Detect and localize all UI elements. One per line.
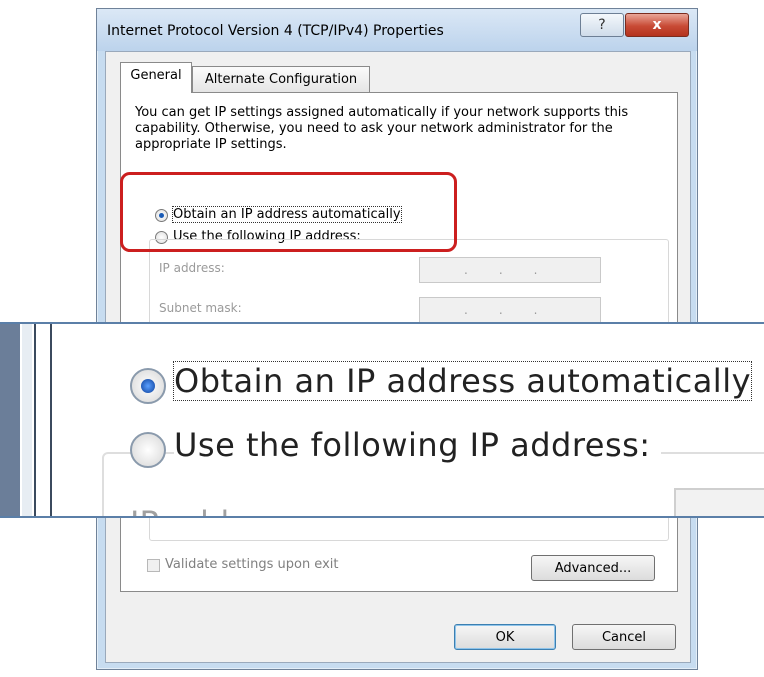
zoom-ip-address-field — [674, 488, 764, 516]
tab-general[interactable]: General — [120, 62, 192, 93]
zoom-edge-line — [34, 324, 36, 516]
zoom-obtain-ip-label: Obtain an IP address automatically — [172, 361, 753, 401]
subnet-mask-value: ... — [464, 303, 569, 317]
tab-alternate-configuration[interactable]: Alternate Configuration — [192, 66, 370, 94]
ok-button-label: OK — [495, 629, 515, 645]
subnet-mask-field[interactable]: ... — [419, 297, 601, 323]
advanced-button-label: Advanced... — [554, 560, 632, 576]
ip-address-value: ... — [464, 263, 569, 277]
magnified-callout: Obtain an IP address automatically Use t… — [0, 322, 764, 518]
subnet-mask-label: Subnet mask: — [159, 301, 242, 315]
tab-alternate-label: Alternate Configuration — [204, 72, 358, 87]
zoom-edge-band — [0, 324, 20, 516]
radio-highlight-box — [120, 172, 457, 252]
zoom-use-following-ip-label: Use the following IP address: — [174, 426, 661, 464]
description-text: You can get IP settings assigned automat… — [135, 105, 629, 152]
zoom-edge-band — [22, 324, 32, 516]
zoom-use-following-ip-radio — [130, 432, 166, 468]
help-icon: ? — [598, 17, 606, 33]
ok-button[interactable]: OK — [454, 624, 556, 650]
cancel-button[interactable]: Cancel — [572, 624, 676, 650]
validate-settings-label[interactable]: Validate settings upon exit — [165, 557, 338, 572]
window-title: Internet Protocol Version 4 (TCP/IPv4) P… — [107, 23, 444, 39]
zoom-ip-address-label-partial: IP address: — [130, 504, 305, 516]
zoom-edge-line — [50, 324, 52, 516]
validate-settings-checkbox[interactable] — [147, 559, 160, 572]
cancel-button-label: Cancel — [601, 629, 647, 645]
help-button[interactable]: ? — [580, 13, 624, 37]
tab-general-label: General — [130, 68, 182, 83]
zoom-obtain-ip-radio — [130, 368, 166, 404]
ip-address-field[interactable]: ... — [419, 257, 601, 283]
ip-address-label: IP address: — [159, 261, 225, 275]
close-icon: x — [652, 17, 662, 33]
title-bar[interactable]: Internet Protocol Version 4 (TCP/IPv4) P… — [97, 9, 697, 51]
advanced-button[interactable]: Advanced... — [531, 555, 655, 581]
close-button[interactable]: x — [625, 13, 689, 37]
